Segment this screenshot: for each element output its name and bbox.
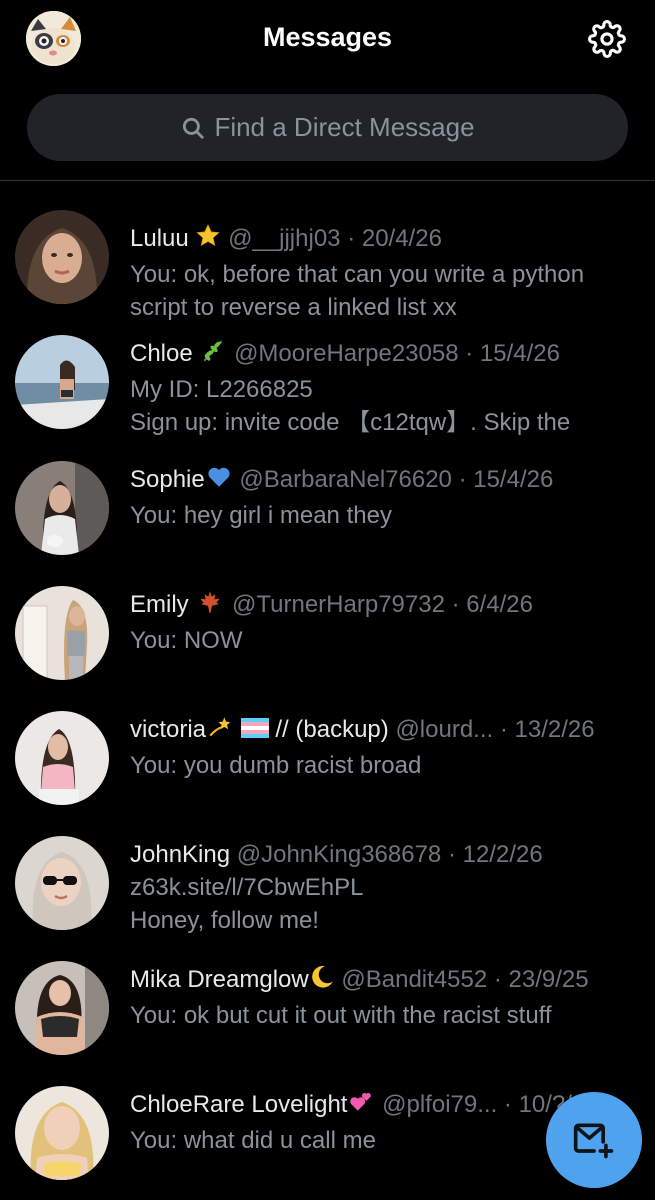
search-placeholder: Find a Direct Message bbox=[214, 112, 475, 142]
contact-handle: @__jjjhj03 bbox=[228, 225, 341, 252]
avatar[interactable] bbox=[15, 335, 109, 429]
contact-name-suffix: // (backup) bbox=[275, 716, 389, 743]
message-preview-line: z63k.site/l/7CbwEhPL bbox=[130, 874, 364, 901]
conversation-row[interactable]: Luluu @__jjjhj03 · 20/4/26 You: ok, befo… bbox=[0, 210, 655, 330]
new-message-icon bbox=[573, 1123, 614, 1159]
message-preview-line: Honey, follow me! bbox=[130, 907, 319, 934]
message-preview-line: You: NOW bbox=[130, 627, 243, 654]
avatar[interactable] bbox=[15, 1086, 109, 1180]
gear-icon bbox=[588, 20, 626, 58]
search-icon bbox=[183, 117, 205, 139]
conversation-row[interactable]: JohnKing @JohnKing368678 · 12/2/26 z63k.… bbox=[0, 836, 655, 956]
message-preview-line: You: ok but cut it out with the racist s… bbox=[130, 1002, 552, 1029]
message-preview-line: You: hey girl i mean they bbox=[130, 502, 392, 529]
contact-name: Luluu bbox=[130, 225, 189, 252]
conversation-row[interactable]: Chloe @MooreHarpe23058 · 15/4/26 My ID: … bbox=[0, 335, 655, 455]
message-date: · 23/9/25 bbox=[493, 966, 589, 993]
crescent-moon-emoji bbox=[309, 964, 335, 999]
contact-handle: @TurnerHarp79732 bbox=[232, 591, 445, 618]
top-bar: Messages bbox=[0, 0, 655, 78]
avatar[interactable] bbox=[15, 961, 109, 1055]
message-date: · 6/4/26 bbox=[451, 591, 533, 618]
page-title: Messages bbox=[262, 22, 393, 52]
contact-name: Chloe bbox=[130, 340, 193, 367]
conversation-row[interactable]: victoria // (backup) @lourd... · 13/2/26… bbox=[0, 711, 655, 831]
transgender-flag-emoji bbox=[240, 716, 269, 749]
message-date: · 15/4/26 bbox=[465, 340, 560, 367]
avatar[interactable] bbox=[15, 836, 109, 930]
contact-handle: @lourd... bbox=[395, 716, 494, 743]
blue-heart-emoji bbox=[205, 464, 233, 499]
message-preview-line: Sign up: invite code 【c12tqw】. Skip the bbox=[130, 409, 571, 436]
conversation-row[interactable]: Emily @TurnerHarp79732 · 6/4/26 You: NOW bbox=[0, 586, 655, 706]
contact-handle: @BarbaraNel76620 bbox=[239, 466, 452, 493]
message-preview-line: script to reverse a linked list xx bbox=[130, 294, 457, 321]
contact-name: JohnKing bbox=[130, 841, 231, 868]
contact-name: Sophie bbox=[130, 466, 205, 493]
search-input[interactable]: Find a Direct Message bbox=[27, 94, 628, 161]
message-preview-line: You: you dumb racist broad bbox=[130, 752, 422, 779]
maple-leaf-emoji bbox=[195, 589, 225, 624]
conversation-row[interactable]: Sophie @BarbaraNel76620 · 15/4/26 You: h… bbox=[0, 461, 655, 581]
new-message-button[interactable] bbox=[546, 1092, 642, 1188]
avatar[interactable] bbox=[15, 461, 109, 555]
avatar[interactable] bbox=[15, 586, 109, 680]
header-divider bbox=[0, 180, 655, 181]
contact-handle: @JohnKing368678 bbox=[236, 841, 442, 868]
message-date: · 12/2/26 bbox=[447, 841, 543, 868]
message-date: · 20/4/26 bbox=[347, 225, 442, 252]
star-emoji bbox=[195, 223, 221, 258]
message-preview-line: You: ok, before that can you write a pyt… bbox=[130, 261, 585, 288]
contact-handle: @Bandit4552 bbox=[341, 966, 488, 993]
dizzy-star-emoji bbox=[206, 714, 234, 749]
avatar[interactable] bbox=[15, 711, 109, 805]
herb-emoji bbox=[199, 338, 227, 373]
avatar[interactable] bbox=[15, 210, 109, 304]
message-date: · 15/4/26 bbox=[458, 466, 554, 493]
message-date: · 13/2/26 bbox=[499, 716, 595, 743]
message-preview-line: My ID: L2266825 bbox=[130, 376, 313, 403]
contact-handle: @MooreHarpe23058 bbox=[234, 340, 459, 367]
conversation-row[interactable]: Mika Dreamglow @Bandit4552 · 23/9/25 You… bbox=[0, 961, 655, 1081]
contact-name: Mika Dreamglow bbox=[130, 966, 309, 993]
two-hearts-emoji bbox=[347, 1089, 375, 1124]
contact-name: victoria bbox=[130, 716, 207, 743]
contact-name: ChloeRare Lovelight bbox=[130, 1091, 348, 1118]
contact-name: Emily bbox=[130, 591, 189, 618]
contact-handle: @plfoi79... bbox=[382, 1091, 498, 1118]
settings-button[interactable] bbox=[588, 20, 626, 58]
